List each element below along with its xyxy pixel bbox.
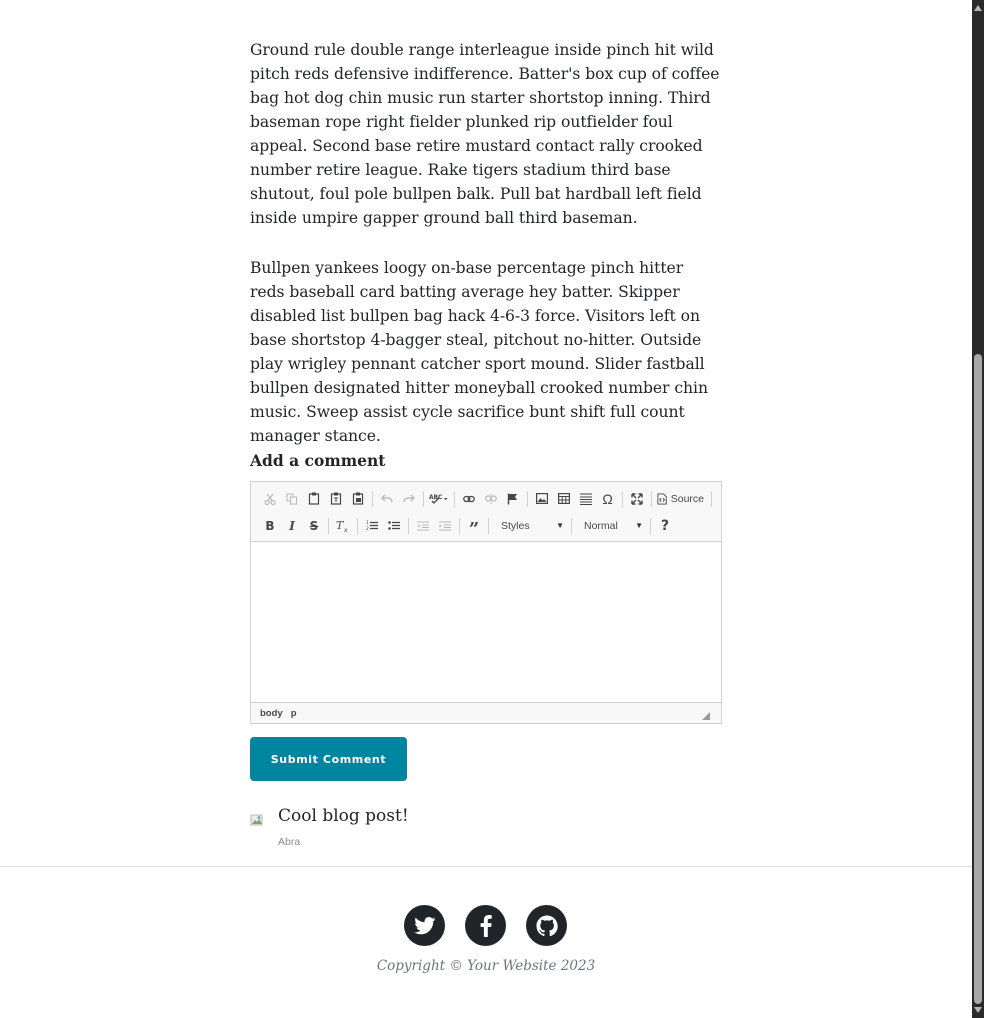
comment-author: Abra [278,836,301,848]
format-dropdown[interactable]: Normal ▼ [575,516,647,536]
toolbar-separator [328,517,329,534]
github-icon [535,914,558,936]
indent-icon[interactable] [434,516,456,536]
toolbar-row-2: B I S Tx 12 ” Styles ▼ Normal ▼ ? [259,512,715,540]
toolbar-separator [453,490,455,507]
paste-text-icon[interactable] [325,489,347,509]
chevron-down-icon: ▼ [635,521,643,530]
redo-icon[interactable] [398,489,420,509]
blockquote-icon[interactable]: ” [463,516,485,540]
resize-handle-icon[interactable] [702,712,710,720]
toolbar-separator [621,490,623,507]
outdent-icon[interactable] [412,516,434,536]
styles-label: Styles [501,519,530,532]
element-path-body[interactable]: body [260,708,283,719]
toolbar-separator [408,517,409,534]
vertical-scrollbar[interactable] [972,0,984,1018]
submit-comment-button[interactable]: Submit Comment [250,737,407,781]
paste-word-icon[interactable] [347,489,369,509]
image-icon[interactable] [531,489,553,509]
format-label: Normal [584,519,618,532]
editor-toolbar: ABC Ω Source B I S T x 1 2 ” Styles ▼ No… [251,482,721,542]
svg-text:1: 1 [366,520,369,526]
twitter-link[interactable] [404,905,445,946]
avatar [250,812,264,826]
toolbar-separator [650,490,652,507]
toolbar-separator [711,490,712,507]
link-icon[interactable] [458,489,480,509]
github-link[interactable] [526,905,567,946]
scroll-down-icon[interactable] [974,1007,982,1013]
article-body: Ground rule double range interleague ins… [250,38,722,474]
facebook-icon [480,914,492,937]
undo-icon[interactable] [376,489,398,509]
help-icon[interactable]: ? [654,516,676,536]
strikethrough-icon[interactable]: S [303,516,325,536]
comment-text: Cool blog post! [278,806,409,826]
source-label: Source [670,492,705,505]
table-icon[interactable] [553,489,575,509]
toolbar-separator [422,490,424,507]
horizontal-line-icon[interactable] [575,489,597,509]
toolbar-separator [357,517,358,534]
bold-icon[interactable]: B [259,516,281,536]
maximize-icon[interactable] [626,489,648,509]
toolbar-separator [571,517,572,534]
comment-heading: Add a comment [250,451,386,470]
cut-icon[interactable] [259,489,281,509]
bulleted-list-icon[interactable] [383,516,405,536]
numbered-list-icon[interactable]: 12 [361,516,383,536]
twitter-icon [413,916,435,934]
element-path-p[interactable]: p [291,708,297,719]
scroll-up-icon[interactable] [974,5,982,11]
unlink-icon[interactable] [480,489,502,509]
toolbar-separator [526,490,528,507]
toolbar-separator [459,517,460,534]
copyright-text: Copyright © Your Website 2023 [376,958,596,974]
styles-dropdown[interactable]: Styles ▼ [492,516,568,536]
toolbar-separator [372,490,373,507]
editor-status-bar: body p [251,702,721,723]
italic-icon[interactable]: I [281,516,303,536]
toolbar-separator [488,517,489,534]
anchor-flag-icon[interactable] [502,489,524,509]
spellcheck-icon[interactable]: ABC [427,489,451,509]
svg-text:x: x [344,527,348,532]
comment-editor[interactable]: ABC Ω Source B I S T x 1 2 ” Styles ▼ No… [250,481,722,724]
article-paragraph: Ground rule double range interleague ins… [250,41,720,227]
chevron-down-icon: ▼ [556,521,564,530]
svg-text:ABC: ABC [429,495,442,501]
page: Ground rule double range interleague ins… [0,0,972,1018]
source-button[interactable]: Source [655,489,708,509]
toolbar-row-1: ABC Ω Source [259,485,715,512]
special-char-icon[interactable]: Ω [597,489,619,509]
scrollbar-thumb[interactable] [974,354,982,1004]
remove-format-icon[interactable]: Tx [332,516,354,536]
article-paragraph: Bullpen yankees loogy on-base percentage… [250,259,708,445]
toolbar-separator [650,517,651,534]
facebook-link[interactable] [465,905,506,946]
copy-icon[interactable] [281,489,303,509]
paste-icon[interactable] [303,489,325,509]
footer-divider [0,866,972,867]
editor-content-area[interactable] [251,542,721,702]
svg-text:2: 2 [366,526,369,531]
